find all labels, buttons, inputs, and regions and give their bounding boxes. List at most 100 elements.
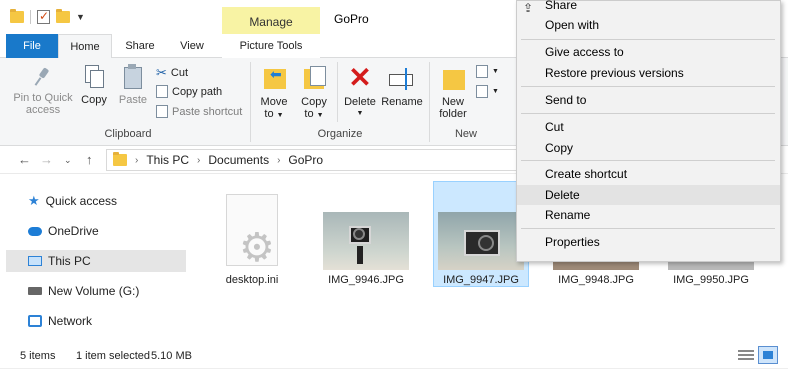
photo-thumbnail	[668, 262, 754, 270]
nav-item-onedrive[interactable]: OneDrive	[6, 220, 186, 242]
new-folder-icon	[439, 64, 467, 92]
selection-count: 1 item selected	[76, 350, 150, 362]
photo-thumbnail	[323, 212, 409, 270]
breadcrumb-gopro[interactable]: GoPro	[288, 153, 323, 167]
rename-label: Rename	[381, 96, 423, 108]
dropdown-arrow-icon: ▼	[492, 68, 499, 75]
chevron-right-icon: ›	[197, 154, 201, 166]
move-to-button[interactable]: Move to ▼	[256, 64, 292, 122]
menu-item-send-to[interactable]: Send to	[517, 90, 780, 110]
copy-to-icon	[300, 64, 328, 92]
tab-view[interactable]: View	[166, 34, 218, 58]
tab-home[interactable]: Home	[58, 34, 112, 59]
up-arrow-icon[interactable]: ↑	[86, 152, 93, 167]
nav-item-new-volume[interactable]: New Volume (G:)	[6, 280, 186, 302]
nav-item-label: Network	[48, 314, 93, 328]
context-menu: ⇪ Share Open with Give access to Restore…	[516, 0, 781, 262]
menu-item-create-shortcut[interactable]: Create shortcut	[517, 164, 780, 184]
new-folder-button[interactable]: New folder	[434, 64, 472, 120]
pin-label-line1: Pin to Quick	[13, 92, 73, 104]
window-title: GoPro	[334, 12, 369, 26]
nav-item-quick-access[interactable]: ★ Quick access	[6, 190, 186, 212]
copy-path-label: Copy path	[172, 85, 223, 98]
menu-item-label: Restore previous versions	[545, 66, 684, 80]
menu-item-label: Copy	[545, 141, 574, 155]
file-item[interactable]: ⚙ desktop.ini	[204, 182, 300, 288]
menu-item-copy[interactable]: Copy	[517, 138, 780, 158]
forward-arrow-icon[interactable]: →	[40, 152, 53, 167]
copy-icon	[83, 64, 105, 90]
back-arrow-icon[interactable]: ←	[18, 152, 31, 167]
menu-item-label: Rename	[545, 208, 591, 222]
move-to-icon	[260, 64, 288, 92]
drive-icon	[28, 287, 42, 295]
group-divider	[250, 62, 251, 142]
item-count: 5 items	[20, 350, 56, 362]
paste-shortcut-button[interactable]: Paste shortcut	[156, 105, 242, 118]
file-name: IMG_9946.JPG	[328, 274, 404, 286]
menu-separator	[521, 228, 775, 229]
menu-item-rename[interactable]: Rename	[517, 205, 780, 225]
menu-item-properties[interactable]: Properties	[517, 232, 780, 252]
file-item-selected[interactable]: IMG_9947.JPG	[433, 181, 529, 287]
nav-item-label: This PC	[48, 254, 91, 268]
chevron-right-icon: ›	[135, 154, 139, 166]
folder-icon	[113, 152, 127, 166]
menu-separator	[521, 160, 775, 161]
file-name: desktop.ini	[225, 274, 279, 286]
delete-x-icon: ✕	[348, 62, 372, 93]
address-bar[interactable]: › This PC › Documents › GoPro	[106, 149, 526, 171]
nav-item-this-pc[interactable]: This PC	[6, 250, 186, 272]
gear-icon: ⚙	[239, 226, 275, 270]
new-group-label: New	[454, 128, 477, 140]
menu-item-label: Give access to	[545, 45, 624, 59]
tab-picture-tools[interactable]: Picture Tools	[222, 34, 320, 58]
menu-item-delete[interactable]: Delete	[517, 185, 780, 205]
toolbar-separator	[30, 10, 31, 24]
paste-shortcut-icon	[156, 105, 168, 118]
nav-item-network[interactable]: Network	[6, 310, 186, 332]
tab-share[interactable]: Share	[114, 34, 166, 58]
photo-thumbnail	[553, 262, 639, 270]
move-label-line1: Move	[260, 96, 288, 108]
delete-button[interactable]: ✕ Delete ▼	[341, 64, 379, 120]
new-item-button[interactable]: ▼	[476, 65, 499, 78]
copy-button[interactable]: Copy	[78, 64, 110, 106]
customize-toolbar-icon[interactable]: ▼	[76, 12, 85, 22]
menu-item-label: Create shortcut	[545, 167, 628, 181]
rename-icon	[387, 64, 417, 92]
file-item[interactable]: IMG_9946.JPG	[318, 182, 414, 288]
menu-item-label: Properties	[545, 235, 600, 249]
menu-item-share[interactable]: ⇪ Share	[517, 0, 780, 15]
dropdown-arrow-icon: ▼	[492, 88, 499, 95]
recent-locations-chevron-icon[interactable]: ⌄	[64, 155, 72, 166]
paste-button[interactable]: Paste	[116, 64, 150, 106]
paste-label: Paste	[118, 94, 148, 106]
large-icons-view-icon[interactable]	[758, 346, 778, 364]
pin-to-quick-access-button[interactable]: Pin to Quick access	[10, 66, 76, 116]
menu-item-open-with[interactable]: Open with	[517, 15, 780, 35]
menu-item-cut[interactable]: Cut	[517, 117, 780, 137]
menu-item-label: Cut	[545, 120, 564, 134]
menu-item-restore-previous-versions[interactable]: Restore previous versions	[517, 63, 780, 83]
menu-item-give-access[interactable]: Give access to	[517, 42, 780, 62]
breadcrumb-this-pc[interactable]: This PC	[146, 153, 189, 167]
cloud-icon	[28, 226, 42, 236]
clipboard-group-label: Clipboard	[104, 128, 152, 140]
menu-separator	[521, 39, 775, 40]
nav-item-label: Quick access	[45, 194, 118, 208]
breadcrumb-documents[interactable]: Documents	[208, 153, 269, 167]
delete-label: Delete	[344, 96, 376, 108]
properties-icon[interactable]	[37, 9, 50, 24]
cut-button[interactable]: ✂ Cut	[156, 65, 188, 81]
easy-access-button[interactable]: ▼	[476, 85, 499, 98]
group-divider	[429, 62, 430, 142]
copy-path-button[interactable]: Copy path	[156, 85, 222, 98]
group-divider	[337, 62, 338, 122]
new-folder-label-line2: folder	[439, 108, 467, 120]
new-folder-icon[interactable]	[56, 9, 70, 23]
tab-file[interactable]: File	[6, 34, 58, 58]
rename-button[interactable]: Rename	[380, 64, 424, 108]
details-view-icon[interactable]	[738, 348, 754, 362]
copy-to-button[interactable]: Copy to ▼	[296, 64, 332, 122]
